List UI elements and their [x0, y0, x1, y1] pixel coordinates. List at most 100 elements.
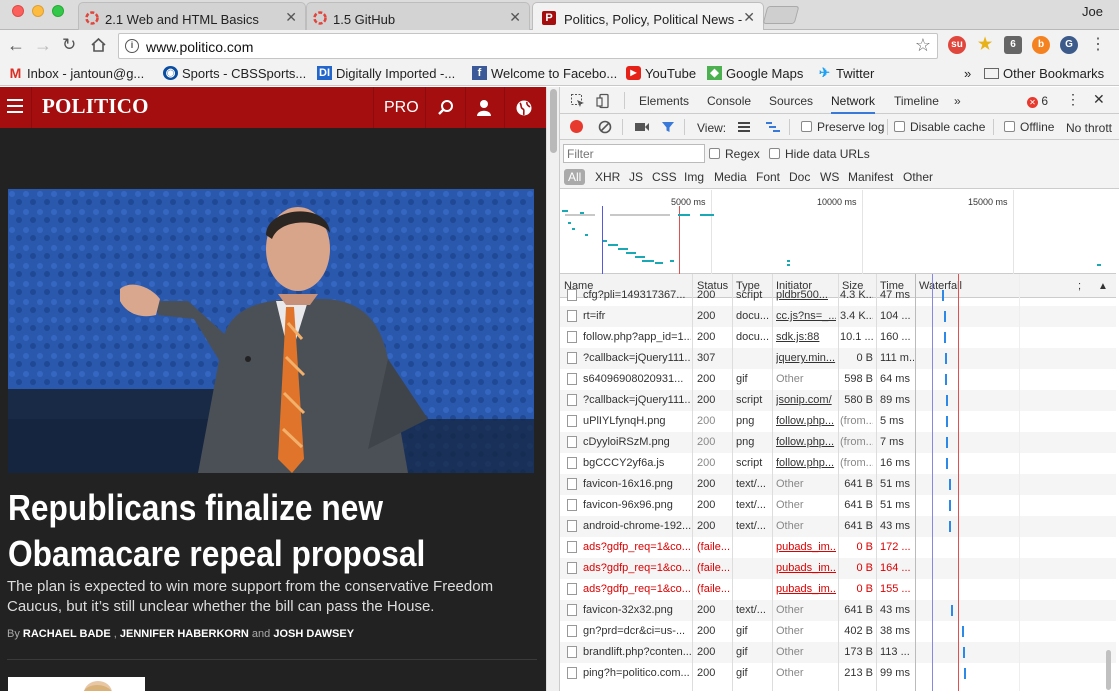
- ghostery-extension-icon[interactable]: G: [1060, 36, 1078, 54]
- tab-github[interactable]: 1.5 GitHub ✕: [306, 2, 530, 30]
- bookmark-google-maps[interactable]: ◆ Google Maps: [707, 66, 803, 81]
- request-initiator[interactable]: Other: [776, 478, 836, 490]
- bookmarks-overflow-icon[interactable]: »: [964, 66, 971, 81]
- tab-web-html-basics[interactable]: 2.1 Web and HTML Basics ✕: [78, 2, 306, 30]
- honey-extension-icon[interactable]: b: [1032, 36, 1050, 54]
- bookmark-youtube[interactable]: ▶ YouTube: [626, 66, 696, 81]
- bookmark-twitter[interactable]: ✈ Twitter: [817, 66, 874, 82]
- profile-name[interactable]: Joe: [1082, 4, 1103, 19]
- request-initiator[interactable]: pldbr500...: [776, 289, 836, 301]
- clear-icon[interactable]: [598, 120, 612, 134]
- request-initiator[interactable]: Other: [776, 646, 836, 658]
- tab-network[interactable]: Network: [831, 94, 876, 114]
- bookmark-star-icon[interactable]: ☆: [915, 35, 931, 56]
- author-link[interactable]: JENNIFER HABERKORN: [120, 628, 249, 640]
- type-media[interactable]: Media: [714, 170, 747, 184]
- request-initiator[interactable]: Other: [776, 373, 836, 385]
- user-icon[interactable]: [474, 99, 494, 117]
- devtools-close-icon[interactable]: ✕: [1093, 91, 1105, 108]
- type-font[interactable]: Font: [756, 170, 780, 184]
- tab-politico[interactable]: P Politics, Policy, Political News - ✕: [532, 2, 764, 30]
- type-img[interactable]: Img: [684, 170, 704, 184]
- network-overview[interactable]: 5000 ms 10000 ms 15000 ms: [560, 190, 1116, 274]
- type-css[interactable]: CSS: [652, 170, 677, 184]
- scrollbar-thumb[interactable]: [550, 89, 557, 153]
- type-doc[interactable]: Doc: [789, 170, 810, 184]
- next-article-thumbnail[interactable]: [8, 677, 145, 691]
- bookmark-cbssports[interactable]: ◉ Sports - CBSSports...: [163, 66, 306, 81]
- back-icon[interactable]: ←: [7, 35, 25, 55]
- type-other[interactable]: Other: [903, 170, 933, 184]
- requests-scrollbar-thumb[interactable]: [1106, 650, 1111, 690]
- new-tab-button[interactable]: [762, 6, 800, 24]
- badge-extension-icon[interactable]: 6: [1004, 36, 1022, 54]
- bookmark-facebook[interactable]: f Welcome to Facebo...: [472, 66, 617, 81]
- request-initiator[interactable]: Other: [776, 499, 836, 511]
- regex-checkbox[interactable]: Regex: [709, 147, 760, 161]
- offline-checkbox[interactable]: Offline: [1004, 120, 1054, 134]
- globe-icon[interactable]: [514, 99, 534, 117]
- tab-console[interactable]: Console: [707, 94, 751, 108]
- request-initiator[interactable]: Other: [776, 520, 836, 532]
- author-link[interactable]: RACHAEL BADE: [23, 628, 111, 640]
- request-initiator[interactable]: follow.php...: [776, 457, 836, 469]
- pro-link[interactable]: PRO: [384, 99, 419, 117]
- more-tabs-icon[interactable]: »: [954, 94, 961, 108]
- type-js[interactable]: JS: [629, 170, 643, 184]
- devtools-menu-icon[interactable]: ⋮: [1066, 91, 1080, 108]
- tab-close-icon[interactable]: ✕: [285, 9, 297, 26]
- disable-cache-checkbox[interactable]: Disable cache: [894, 120, 985, 134]
- request-initiator[interactable]: pubads_im...: [776, 541, 836, 553]
- request-initiator[interactable]: Other: [776, 604, 836, 616]
- large-rows-icon[interactable]: [737, 121, 751, 133]
- minimize-window-button[interactable]: [32, 5, 44, 17]
- filter-icon[interactable]: [661, 120, 675, 134]
- overview-icon[interactable]: [765, 121, 781, 133]
- capture-screenshots-icon[interactable]: [634, 121, 650, 133]
- type-all[interactable]: All: [564, 169, 586, 185]
- tab-sources[interactable]: Sources: [769, 94, 813, 108]
- author-link[interactable]: JOSH DAWSEY: [273, 628, 354, 640]
- hamburger-menu-icon[interactable]: [7, 99, 23, 113]
- preserve-log-checkbox[interactable]: Preserve log: [801, 120, 884, 134]
- filter-input[interactable]: [563, 144, 705, 163]
- device-toolbar-icon[interactable]: [596, 93, 612, 109]
- request-initiator[interactable]: Other: [776, 625, 836, 637]
- address-bar[interactable]: i www.politico.com ☆: [118, 33, 938, 59]
- site-logo[interactable]: POLITICO: [42, 94, 149, 119]
- page-scrollbar[interactable]: [546, 87, 559, 691]
- request-initiator[interactable]: pubads_im...: [776, 583, 836, 595]
- bookmark-digitally-imported[interactable]: DI Digitally Imported -...: [317, 66, 455, 81]
- record-icon[interactable]: [570, 120, 583, 133]
- url-text[interactable]: www.politico.com: [146, 39, 253, 55]
- request-initiator[interactable]: jquery.min...: [776, 352, 836, 364]
- throttling-select[interactable]: No thrott: [1066, 121, 1112, 135]
- tab-elements[interactable]: Elements: [639, 94, 689, 108]
- request-initiator[interactable]: sdk.js:88: [776, 331, 836, 343]
- reload-icon[interactable]: ↻: [62, 35, 76, 55]
- menu-icon[interactable]: ⋮: [1090, 35, 1106, 55]
- request-initiator[interactable]: jsonip.com/: [776, 394, 836, 406]
- article-headline[interactable]: Republicans finalize new Obamacare repea…: [8, 485, 536, 577]
- hide-data-urls-checkbox[interactable]: Hide data URLs: [769, 147, 870, 161]
- hero-image[interactable]: [8, 189, 534, 473]
- star-extension-icon[interactable]: ★: [976, 36, 994, 54]
- request-initiator[interactable]: follow.php...: [776, 436, 836, 448]
- request-initiator[interactable]: cc.js?ns=_...: [776, 310, 836, 322]
- type-xhr[interactable]: XHR: [595, 170, 620, 184]
- close-window-button[interactable]: [12, 5, 24, 17]
- search-icon[interactable]: [436, 99, 456, 117]
- request-initiator[interactable]: follow.php...: [776, 415, 836, 427]
- tab-timeline[interactable]: Timeline: [894, 94, 939, 108]
- error-counter[interactable]: ✕ 6: [1027, 94, 1048, 108]
- tab-close-icon[interactable]: ✕: [743, 9, 755, 26]
- home-icon[interactable]: [90, 37, 107, 53]
- inspect-element-icon[interactable]: [570, 93, 586, 109]
- bookmark-other-bookmarks[interactable]: Other Bookmarks: [984, 66, 1104, 81]
- tab-close-icon[interactable]: ✕: [509, 9, 521, 26]
- bookmark-gmail[interactable]: M Inbox - jantoun@g...: [8, 66, 145, 81]
- maximize-window-button[interactable]: [52, 5, 64, 17]
- request-initiator[interactable]: pubads_im...: [776, 562, 836, 574]
- request-initiator[interactable]: Other: [776, 667, 836, 679]
- type-ws[interactable]: WS: [820, 170, 839, 184]
